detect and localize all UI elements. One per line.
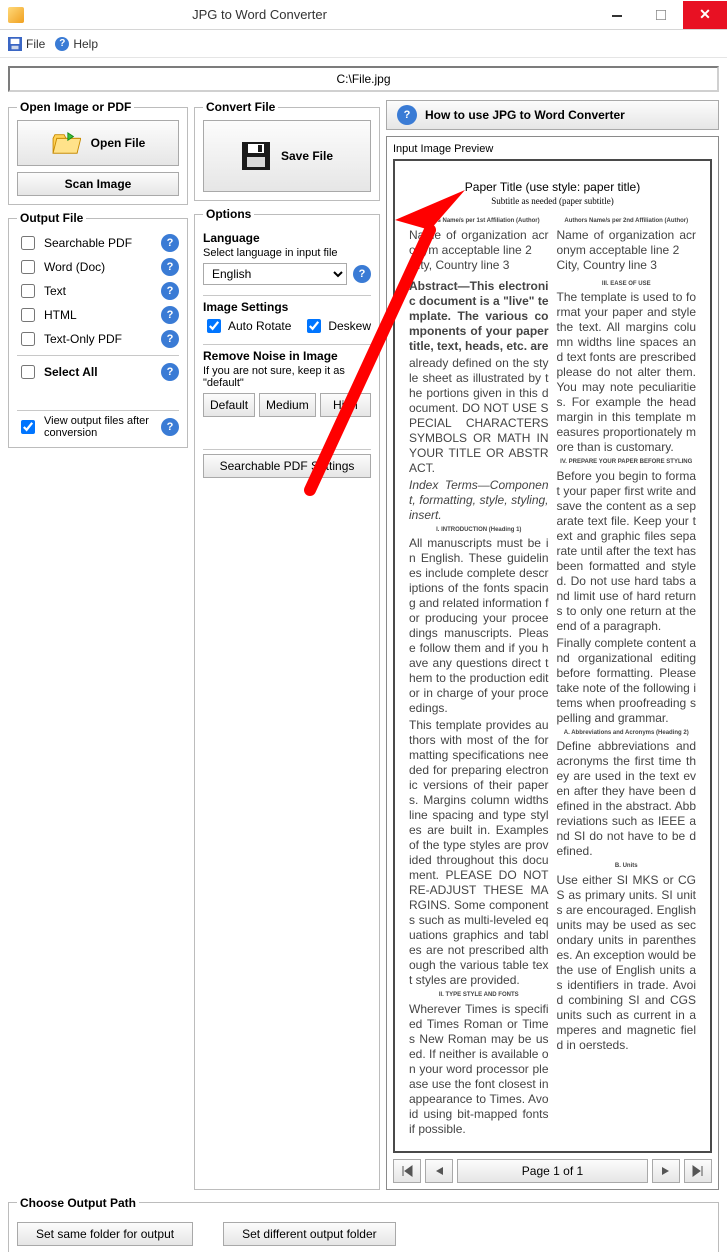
- view-after-checkbox[interactable]: [21, 420, 35, 434]
- noise-default-button[interactable]: Default: [203, 393, 255, 417]
- open-image-panel: Open Image or PDF Open File Scan Image: [8, 100, 188, 205]
- select-all-checkbox[interactable]: [21, 365, 35, 379]
- filepath-display: C:\File.jpg: [8, 66, 719, 92]
- file-menu-label: File: [26, 37, 45, 51]
- file-menu[interactable]: File: [8, 37, 45, 51]
- last-icon: [692, 1165, 704, 1177]
- view-after-label: View output files after conversion: [44, 415, 155, 439]
- noise-high-button[interactable]: High: [320, 393, 371, 417]
- html-checkbox[interactable]: [21, 308, 35, 322]
- open-file-label: Open File: [91, 136, 146, 150]
- language-note: Select language in input file: [203, 247, 371, 259]
- text-label: Text: [44, 284, 155, 298]
- open-image-legend: Open Image or PDF: [17, 100, 134, 114]
- prev-icon: [434, 1166, 444, 1176]
- searchable-pdf-label: Searchable PDF: [44, 236, 155, 250]
- help-menu[interactable]: ? Help: [55, 37, 98, 51]
- paper-subtitle: Subtitle as needed (paper subtitle): [409, 196, 696, 206]
- help-icon[interactable]: ?: [161, 363, 179, 381]
- noise-medium-button[interactable]: Medium: [259, 393, 316, 417]
- help-icon: ?: [397, 105, 417, 125]
- paper-body: Authors Name/s per 1st Affiliation (Auth…: [409, 214, 696, 1139]
- next-page-button[interactable]: [652, 1159, 680, 1183]
- save-file-button[interactable]: Save File: [203, 120, 371, 192]
- first-icon: [401, 1165, 413, 1177]
- menubar: File ? Help: [0, 30, 727, 58]
- help-menu-label: Help: [73, 37, 98, 51]
- help-icon: ?: [55, 37, 69, 51]
- output-file-legend: Output File: [17, 211, 86, 225]
- text-checkbox[interactable]: [21, 284, 35, 298]
- preview-page: Paper Title (use style: paper title) Sub…: [393, 159, 712, 1153]
- howto-button[interactable]: ? How to use JPG to Word Converter: [386, 100, 719, 130]
- word-doc-checkbox[interactable]: [21, 260, 35, 274]
- word-doc-label: Word (Doc): [44, 260, 155, 274]
- howto-label: How to use JPG to Word Converter: [425, 108, 625, 122]
- auto-rotate-checkbox[interactable]: [207, 319, 221, 333]
- app-icon: [8, 7, 24, 23]
- scan-image-button[interactable]: Scan Image: [17, 172, 179, 196]
- close-button[interactable]: ✕: [683, 1, 727, 29]
- language-heading: Language: [203, 231, 371, 245]
- filepath-text: C:\File.jpg: [336, 72, 390, 86]
- window-title: JPG to Word Converter: [24, 7, 595, 22]
- minimize-button[interactable]: [595, 1, 639, 29]
- searchable-pdf-settings-button[interactable]: Searchable PDF Settings: [203, 454, 371, 478]
- deskew-label: Deskew: [328, 319, 371, 333]
- help-icon[interactable]: ?: [161, 282, 179, 300]
- first-page-button[interactable]: [393, 1159, 421, 1183]
- convert-file-legend: Convert File: [203, 100, 278, 114]
- next-icon: [661, 1166, 671, 1176]
- floppy-icon: [241, 142, 271, 170]
- output-file-panel: Output File Searchable PDF? Word (Doc)? …: [8, 211, 188, 448]
- textonly-pdf-label: Text-Only PDF: [44, 332, 155, 346]
- help-icon[interactable]: ?: [161, 234, 179, 252]
- preview-panel: Input Image Preview Paper Title (use sty…: [386, 136, 719, 1190]
- choose-output-legend: Choose Output Path: [17, 1196, 139, 1210]
- page-status: Page 1 of 1: [457, 1159, 648, 1183]
- preview-label: Input Image Preview: [393, 143, 712, 155]
- prev-page-button[interactable]: [425, 1159, 453, 1183]
- deskew-checkbox[interactable]: [307, 319, 321, 333]
- searchable-pdf-checkbox[interactable]: [21, 236, 35, 250]
- noise-heading: Remove Noise in Image: [203, 349, 371, 363]
- help-icon[interactable]: ?: [161, 306, 179, 324]
- convert-file-panel: Convert File Save File: [194, 100, 380, 201]
- auto-rotate-label: Auto Rotate: [228, 319, 299, 333]
- open-file-button[interactable]: Open File: [17, 120, 179, 166]
- help-icon[interactable]: ?: [161, 258, 179, 276]
- last-page-button[interactable]: [684, 1159, 712, 1183]
- folder-open-icon: [51, 131, 81, 155]
- save-file-label: Save File: [281, 149, 333, 163]
- help-icon[interactable]: ?: [161, 418, 179, 436]
- noise-note: If you are not sure, keep it as "default…: [203, 365, 371, 389]
- different-folder-button[interactable]: Set different output folder: [223, 1222, 396, 1246]
- select-all-label: Select All: [44, 365, 155, 379]
- options-legend: Options: [203, 207, 254, 221]
- help-icon[interactable]: ?: [353, 265, 371, 283]
- html-label: HTML: [44, 308, 155, 322]
- textonly-pdf-checkbox[interactable]: [21, 332, 35, 346]
- save-icon: [8, 37, 22, 51]
- language-select[interactable]: English: [203, 263, 347, 285]
- maximize-button[interactable]: [639, 1, 683, 29]
- pager: Page 1 of 1: [393, 1159, 712, 1183]
- choose-output-panel: Choose Output Path Set same folder for o…: [8, 1196, 719, 1252]
- image-settings-heading: Image Settings: [203, 300, 371, 314]
- help-icon[interactable]: ?: [161, 330, 179, 348]
- options-panel: Options Language Select language in inpu…: [194, 207, 380, 1190]
- titlebar: JPG to Word Converter ✕: [0, 0, 727, 30]
- paper-title: Paper Title (use style: paper title): [409, 179, 696, 196]
- same-folder-button[interactable]: Set same folder for output: [17, 1222, 193, 1246]
